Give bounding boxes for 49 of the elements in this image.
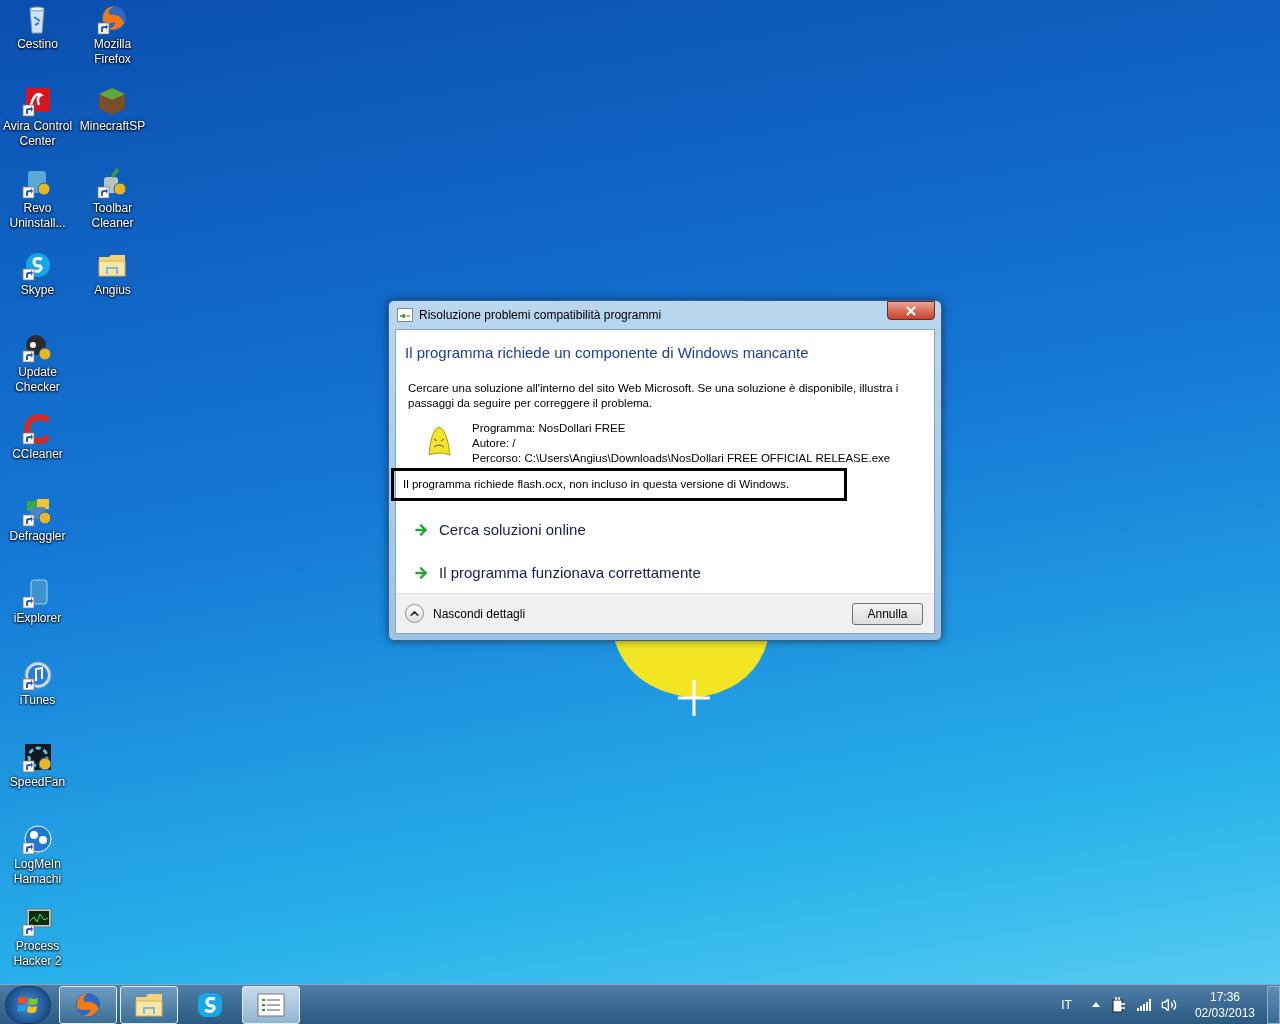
signal-bars-icon[interactable] bbox=[1136, 998, 1152, 1011]
desktop-icon-label[interactable]: SpeedFan bbox=[0, 775, 75, 790]
fan-icon[interactable] bbox=[20, 741, 55, 775]
arrow-right-icon bbox=[413, 521, 429, 538]
desktop-icon-label[interactable]: Cestino bbox=[0, 37, 75, 52]
language-indicator[interactable]: IT bbox=[1061, 995, 1072, 1014]
dialog-heading: Il programma richiede un componente di Windows mancante bbox=[405, 343, 810, 363]
start-button[interactable] bbox=[5, 985, 51, 1024]
desktop-icon-label[interactable]: Revo Uninstall... bbox=[0, 201, 75, 231]
clock-date: 02/03/2013 bbox=[1194, 1004, 1255, 1021]
details-toggle[interactable]: Nascondi dettagli bbox=[405, 604, 526, 623]
program-detail: Programma: NosDollari FREE bbox=[472, 420, 627, 436]
show-hidden-icons-icon[interactable] bbox=[1091, 1002, 1100, 1007]
cancel-button[interactable]: Annulla bbox=[852, 602, 923, 625]
monitor-icon[interactable] bbox=[20, 905, 55, 939]
desktop-icon-label[interactable]: iTunes bbox=[0, 693, 75, 708]
music-note-icon[interactable] bbox=[20, 659, 55, 693]
taskbar-button[interactable] bbox=[59, 985, 117, 1024]
program-detail: Percorso: C:\Users\Angius\Downloads\NosDollari FREE OFFICIAL RELEASE.exe bbox=[472, 450, 891, 466]
desktop-icon-label[interactable]: Update Checker bbox=[0, 365, 75, 395]
desktop-icon-label[interactable]: Avira Control Center bbox=[0, 119, 75, 149]
warning-ghost-icon bbox=[425, 424, 453, 457]
description-text: Cercare una soluzione all'interno del sito Web Microsoft. Se una soluzione è disponibile, illustra i passaggi da seguire per correggere il problema. bbox=[407, 380, 900, 411]
program-detail: Autore: / bbox=[472, 435, 517, 451]
desktop-icon-label[interactable]: Mozilla Firefox bbox=[75, 37, 150, 67]
command-link[interactable]: Cerca soluzioni online bbox=[405, 518, 926, 541]
command-link[interactable]: Il programma funzionava correttamente bbox=[405, 562, 926, 585]
desktop-icon-label[interactable]: iExplorer bbox=[0, 611, 75, 626]
taskbar-button[interactable] bbox=[120, 985, 178, 1024]
taskbar-button[interactable] bbox=[242, 985, 300, 1024]
highlighted-message: Il programma richiede flash.ocx, non incluso in questa versione di Windows. bbox=[391, 467, 847, 501]
close-button[interactable] bbox=[887, 301, 935, 320]
desktop-icon-label[interactable]: CCleaner bbox=[0, 447, 75, 462]
desktop-icon-label[interactable]: Defraggler bbox=[0, 529, 75, 544]
desktop-icon-label[interactable]: Angius bbox=[75, 283, 150, 298]
clock-time: 17:36 bbox=[1209, 988, 1240, 1005]
show-desktop-button[interactable] bbox=[1267, 985, 1280, 1024]
desktop-icon-label[interactable]: MinecraftSP bbox=[75, 119, 150, 134]
window-title: Risoluzione problemi compatibilità programmi bbox=[419, 307, 662, 324]
clock[interactable]: 17:36 02/03/2013 bbox=[1194, 988, 1255, 1021]
desktop-icon-label[interactable]: Skype bbox=[0, 283, 75, 298]
desktop-icon-label[interactable]: Toolbar Cleaner bbox=[75, 201, 150, 231]
close-icon bbox=[904, 303, 918, 318]
window-app-icon bbox=[397, 308, 413, 322]
power-plug-icon[interactable] bbox=[1111, 996, 1126, 1013]
arrow-right-icon bbox=[413, 565, 429, 582]
speaker-icon[interactable] bbox=[1160, 996, 1177, 1013]
windows-logo-icon bbox=[17, 994, 39, 1015]
brush-icon[interactable] bbox=[95, 167, 130, 201]
